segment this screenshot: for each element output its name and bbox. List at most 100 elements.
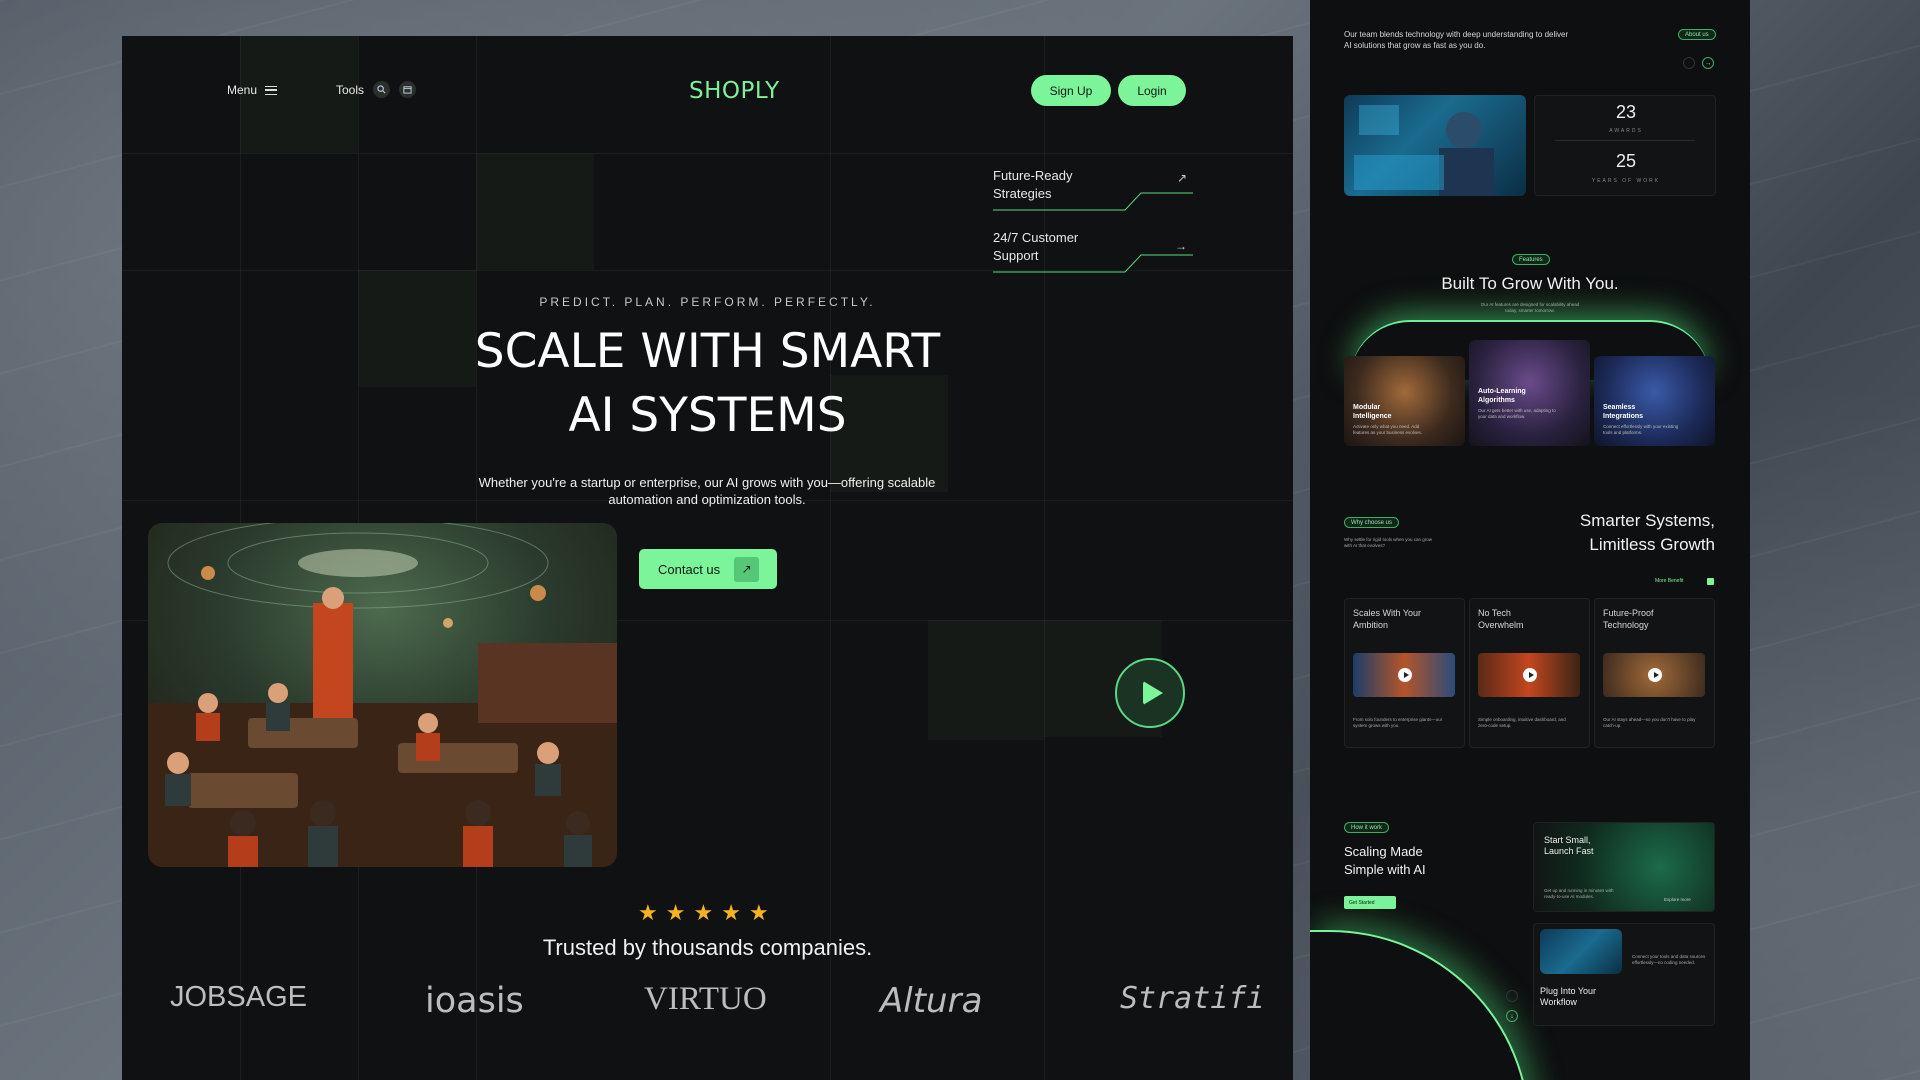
- calendar-icon[interactable]: [399, 81, 417, 98]
- main-landing-page: Menu Tools SHOPLY Sign Up Login Future-R…: [122, 36, 1293, 1080]
- how-title: Scaling Made Simple with AI: [1344, 843, 1426, 879]
- tools-label[interactable]: Tools: [336, 83, 364, 97]
- signup-button[interactable]: Sign Up: [1031, 75, 1111, 106]
- search-icon[interactable]: [373, 81, 391, 98]
- feature-card-modular[interactable]: Modular Intelligence Activate only what y…: [1344, 356, 1465, 446]
- brand-logo[interactable]: SHOPLY: [689, 78, 780, 104]
- feature-link-strategies[interactable]: Future-Ready Strategies ↗: [993, 167, 1193, 212]
- about-image-robot: [1344, 95, 1526, 196]
- hero-title: SCALE WITH SMART AI SYSTEMS: [122, 320, 1293, 448]
- why-card-title-line: Scales With Your: [1353, 608, 1422, 618]
- feature-card-sub: Connect effortlessly with your existing …: [1603, 424, 1679, 435]
- plug-card[interactable]: Connect your tools and data sources effo…: [1533, 923, 1715, 1026]
- start-title-line: Launch Fast: [1544, 846, 1594, 856]
- feature-link-text: 24/7 Customer Support: [993, 229, 1193, 265]
- why-card[interactable]: Scales With Your Ambition From solo found…: [1344, 598, 1465, 748]
- hero-title-line: SCALE WITH SMART: [474, 324, 941, 379]
- hero-tagline: PREDICT. PLAN. PERFORM. PERFECTLY.: [539, 295, 876, 309]
- feature-link-text: Future-Ready Strategies: [993, 167, 1193, 203]
- get-started-button[interactable]: Get Started: [1344, 896, 1396, 909]
- plug-image: [1540, 929, 1622, 974]
- login-button[interactable]: Login: [1118, 75, 1186, 106]
- why-card-title: No Tech Overwhelm: [1478, 607, 1524, 631]
- why-card-title: Future-Proof Technology: [1603, 607, 1654, 631]
- feature-link-line: Support: [993, 248, 1039, 263]
- brand-logo-altura: Altura: [880, 981, 983, 1021]
- stats-card: 23 AWARDS 25 YEARS OF WORK: [1534, 95, 1716, 196]
- grid-cell: [928, 620, 1044, 740]
- feature-card-auto-learning[interactable]: Auto-Learning Algorithms Our AI gets bett…: [1469, 340, 1590, 446]
- star-icon: ★: [638, 900, 658, 925]
- brand-logo-ioasis: ioasis: [425, 981, 524, 1021]
- feature-link-support[interactable]: 24/7 Customer Support →: [993, 229, 1193, 274]
- why-card-text: Simple onboarding, intuitive dashboard, …: [1478, 717, 1566, 728]
- play-icon: [1398, 668, 1412, 682]
- plug-title-line: Workflow: [1540, 997, 1577, 1007]
- feature-card-title: Auto-Learning Algorithms: [1478, 387, 1526, 405]
- why-card[interactable]: No Tech Overwhelm Simple onboarding, intu…: [1469, 598, 1590, 748]
- stat-value: 25: [1615, 151, 1637, 171]
- about-tag[interactable]: About us: [1678, 29, 1716, 40]
- plug-title-line: Plug Into Your: [1540, 986, 1597, 996]
- contact-label: Contact us: [658, 561, 721, 577]
- up-arrow-icon[interactable]: [1506, 990, 1518, 1002]
- menu-label: Menu: [227, 83, 258, 97]
- prev-arrow-icon[interactable]: [1683, 57, 1695, 69]
- feature-link-line: Strategies: [993, 186, 1052, 201]
- rating-stars: ★ ★ ★ ★ ★: [638, 902, 769, 924]
- why-card-text: Our AI stays ahead—so you don't have to …: [1603, 717, 1696, 728]
- hamburger-icon: [265, 85, 278, 95]
- feature-title-line: Algorithms: [1478, 397, 1515, 404]
- feature-title-line: Auto-Learning: [1478, 388, 1526, 395]
- video-thumbnail[interactable]: [1478, 653, 1580, 697]
- play-video-button[interactable]: [1115, 658, 1185, 728]
- hero-title-line: AI SYSTEMS: [568, 388, 847, 443]
- feature-card-title: Modular Intelligence: [1353, 403, 1392, 421]
- star-icon: ★: [748, 900, 769, 925]
- brand-logo-jobsage: JOBSAGE: [170, 981, 307, 1013]
- why-title-line: Limitless Growth: [1589, 535, 1715, 554]
- glow-arc: [1310, 930, 1530, 1080]
- start-small-card[interactable]: Start Small, Launch Fast Get up and runni…: [1533, 822, 1715, 912]
- how-tag[interactable]: How it work: [1344, 822, 1390, 833]
- plug-title: Plug Into Your Workflow: [1540, 986, 1596, 1008]
- video-thumbnail[interactable]: [1353, 653, 1455, 697]
- contact-button[interactable]: Contact us ↗: [639, 549, 777, 589]
- why-card-title-line: Ambition: [1353, 620, 1389, 630]
- why-card-text: From solo founders to enterprise giants—…: [1353, 717, 1443, 728]
- play-icon: [1648, 668, 1662, 682]
- more-benefit-link[interactable]: More Benefit: [1655, 578, 1683, 584]
- grid-cell: [476, 153, 594, 270]
- feature-title-line: Intelligence: [1353, 413, 1392, 420]
- feature-link-line: Future-Ready: [993, 168, 1073, 183]
- why-card-title-line: Future-Proof: [1603, 608, 1654, 618]
- star-icon: ★: [665, 900, 686, 925]
- start-title: Start Small, Launch Fast: [1544, 835, 1594, 857]
- side-preview-panel: Our team blends technology with deep und…: [1310, 0, 1750, 1080]
- explore-link[interactable]: Explore more: [1664, 897, 1691, 902]
- star-icon: ★: [721, 900, 741, 925]
- feature-card-sub: Activate only what you need. Add feature…: [1353, 424, 1423, 435]
- start-text: Get up and running in minutes with ready…: [1544, 888, 1614, 899]
- stat-value: 23: [1615, 102, 1637, 122]
- down-arrow-icon[interactable]: ↓: [1506, 1010, 1518, 1022]
- arrow-right-icon: →: [1175, 239, 1187, 253]
- start-title-line: Start Small,: [1544, 835, 1591, 845]
- video-thumbnail[interactable]: [1603, 653, 1705, 697]
- arrow-icon: [1707, 578, 1714, 585]
- features-tag[interactable]: Features: [1512, 254, 1550, 265]
- feature-title-line: Integrations: [1603, 413, 1644, 420]
- features-title: Built To Grow With You.: [1441, 274, 1619, 293]
- feature-link-line: 24/7 Customer: [993, 230, 1079, 245]
- star-icon: ★: [693, 900, 714, 925]
- menu-button[interactable]: Menu: [227, 83, 278, 97]
- next-arrow-icon[interactable]: →: [1702, 57, 1714, 69]
- arrow-up-right-icon: ↗: [734, 556, 760, 582]
- feature-title-line: Modular: [1353, 404, 1381, 411]
- why-tag[interactable]: Why choose us: [1344, 517, 1400, 528]
- plug-text: Connect your tools and data sources effo…: [1632, 954, 1706, 965]
- feature-card-integrations[interactable]: Seamless Integrations Connect effortlessl…: [1594, 356, 1715, 446]
- why-card-title-line: Overwhelm: [1478, 620, 1524, 630]
- why-card[interactable]: Future-Proof Technology Our AI stays ahea…: [1594, 598, 1715, 748]
- stat-label: YEARS OF WORK: [1591, 178, 1661, 184]
